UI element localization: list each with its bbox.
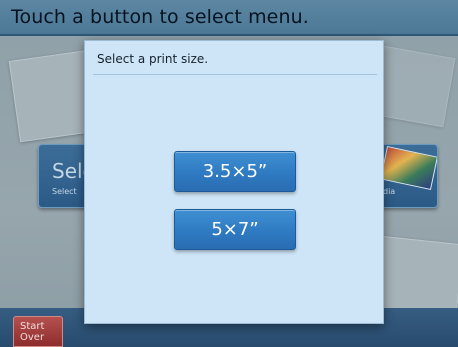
menu-tile-subtitle: dia <box>383 187 396 196</box>
header-title: Touch a button to select menu. <box>11 6 309 28</box>
dialog-title: Select a print size. <box>97 52 209 66</box>
print-size-3.5x5-button[interactable]: 3.5×5” <box>174 151 296 192</box>
start-over-button[interactable]: Start Over <box>13 316 63 347</box>
photos-icon <box>380 145 437 191</box>
header-bar: Touch a button to select menu. <box>0 0 458 36</box>
print-size-dialog: Select a print size. 3.5×5” 5×7” <box>84 40 384 324</box>
menu-tile-subtitle: Select <box>52 187 77 196</box>
dialog-divider <box>93 74 377 75</box>
print-size-5x7-button[interactable]: 5×7” <box>174 209 296 250</box>
